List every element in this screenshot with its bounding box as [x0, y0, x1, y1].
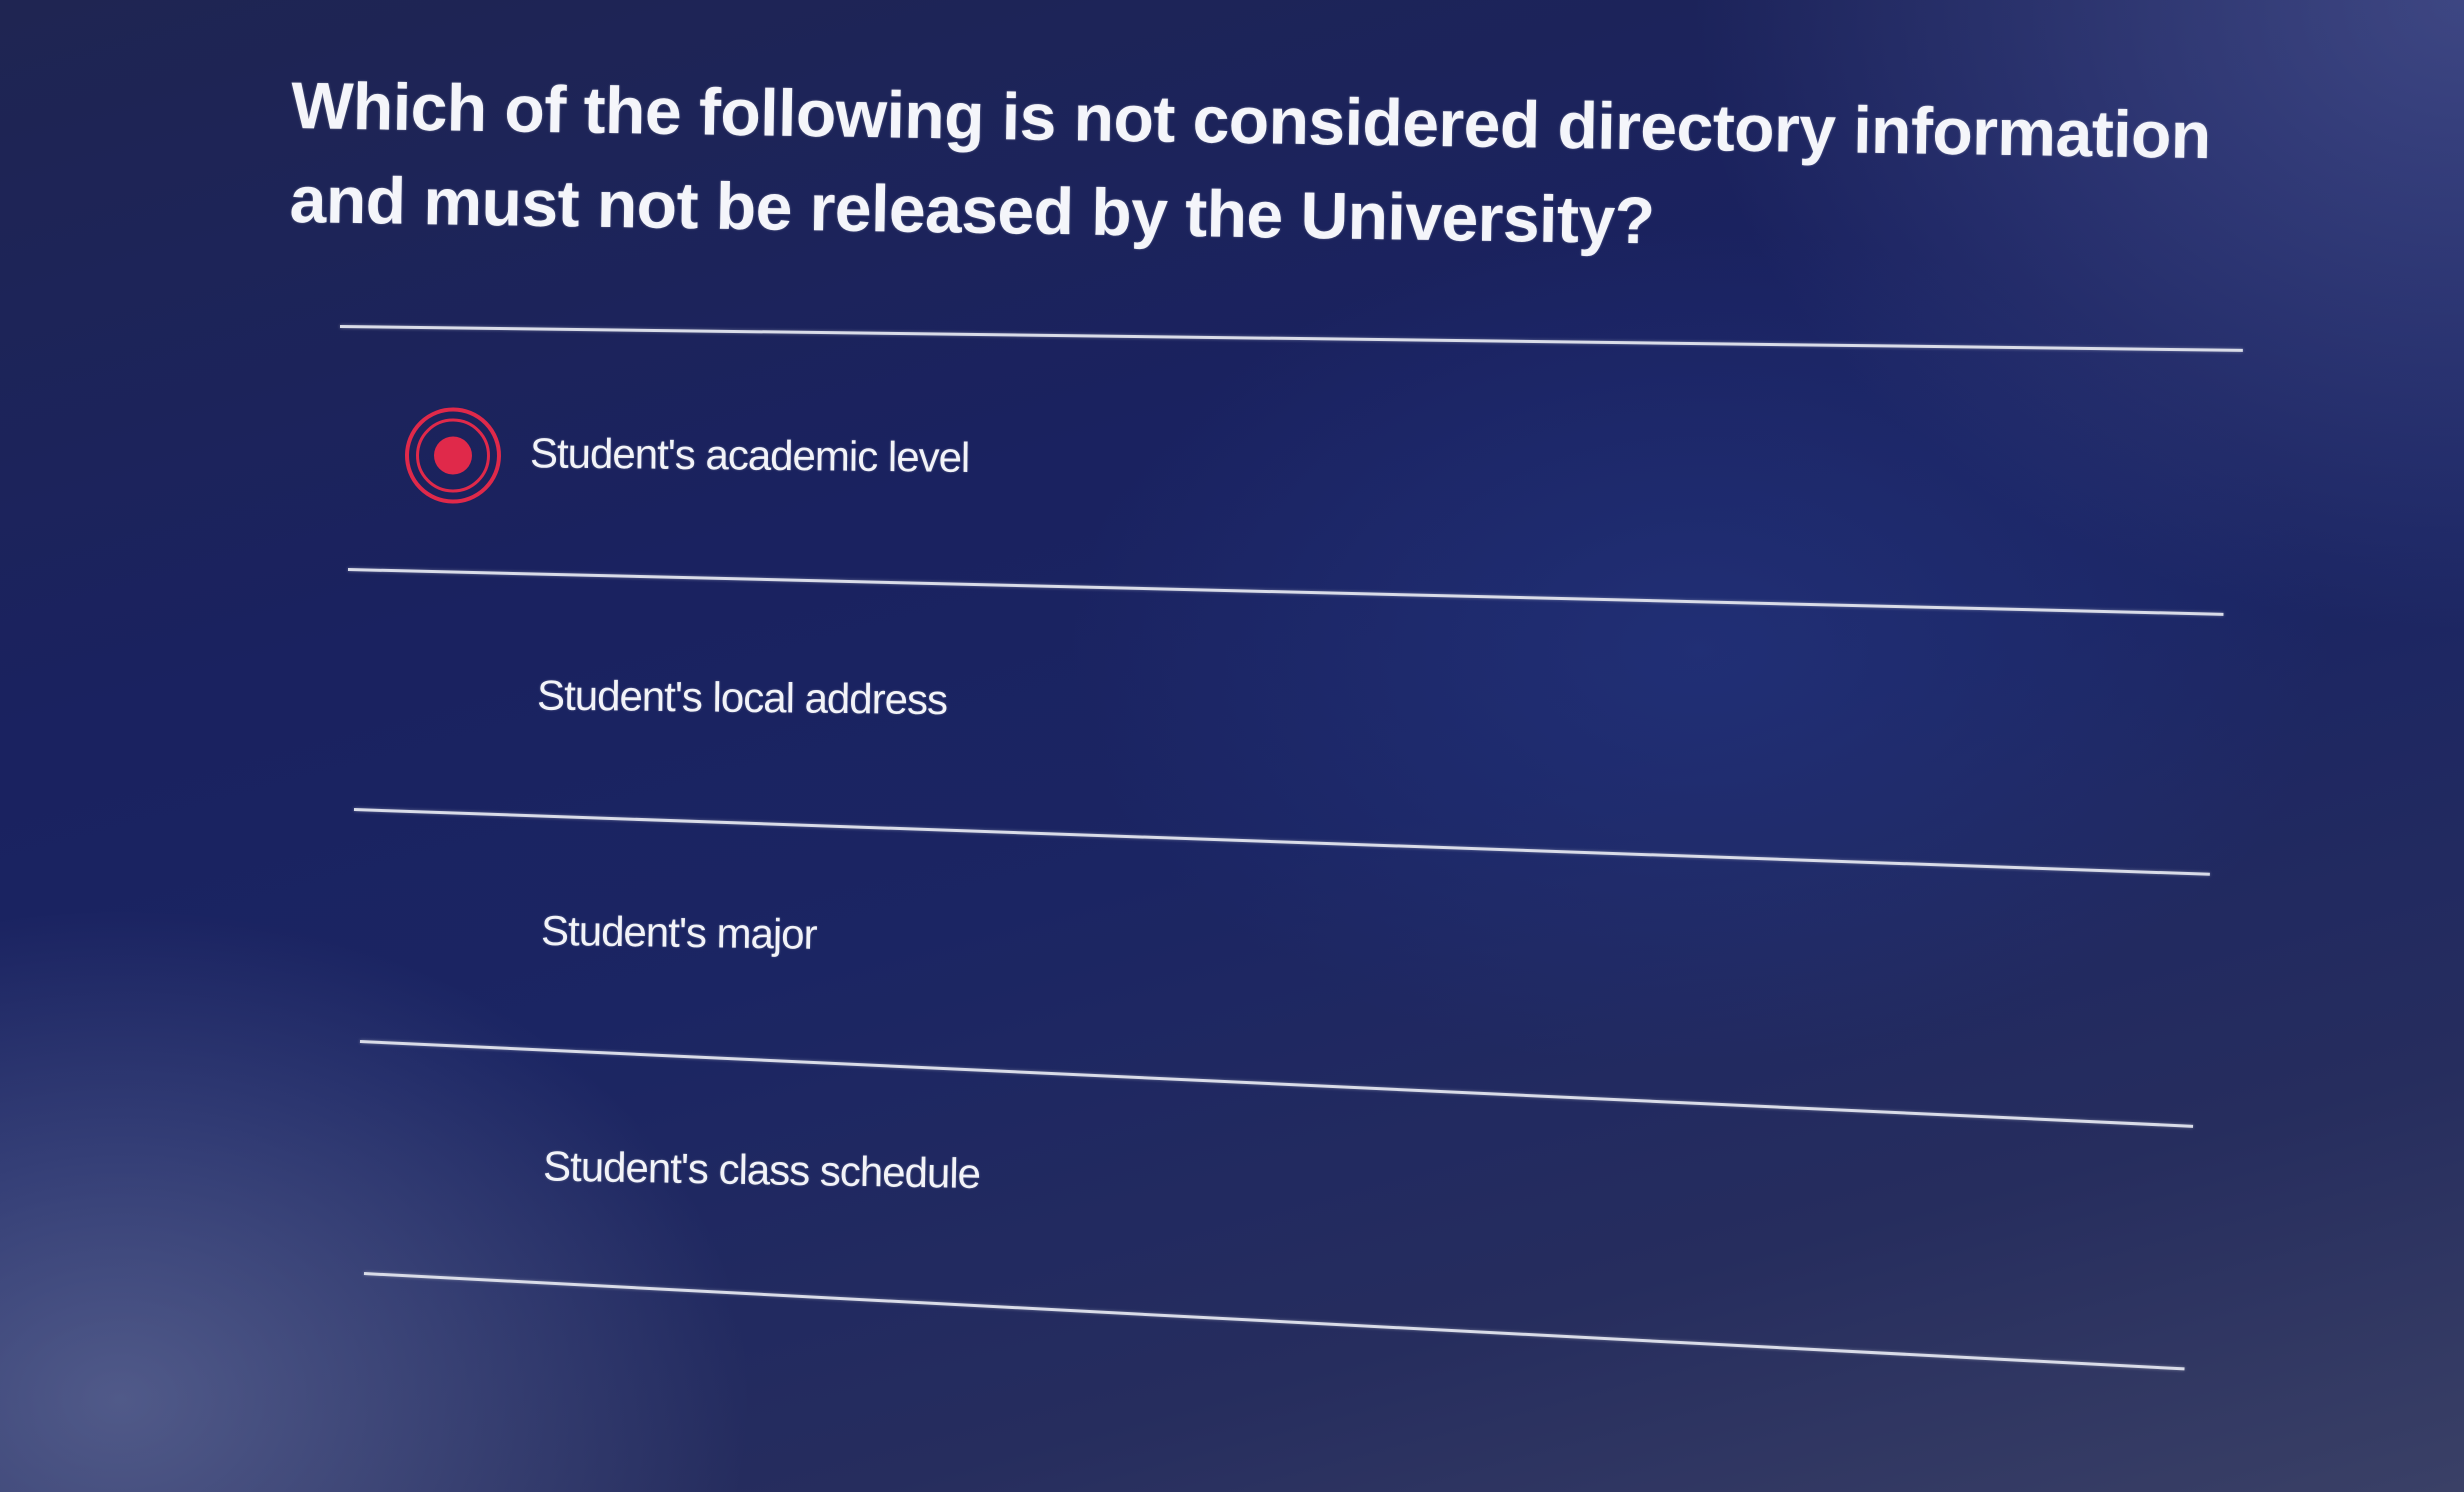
question-text: Which of the following is not considered… [289, 67, 2212, 258]
radio-selected-icon[interactable] [404, 407, 502, 505]
divider [363, 1272, 2185, 1371]
divider [347, 568, 2224, 616]
answer-option-label: Student's local address [536, 671, 948, 724]
answer-option-label: Student's academic level [529, 429, 970, 481]
answer-option-academic-level[interactable]: Student's academic level [404, 400, 2185, 529]
answer-option-label: Student's class schedule [542, 1142, 981, 1198]
divider [359, 1040, 2194, 1128]
answer-option-label: Student's major [540, 906, 817, 958]
divider [339, 325, 2243, 352]
answer-option-local-address[interactable]: Student's local address [404, 648, 2185, 778]
divider [353, 808, 2210, 876]
answer-option-major[interactable]: Student's major [404, 883, 2185, 1018]
answer-option-class-schedule[interactable]: Student's class schedule [404, 1118, 2186, 1259]
quiz-screen: Which of the following is not considered… [0, 0, 2464, 1492]
